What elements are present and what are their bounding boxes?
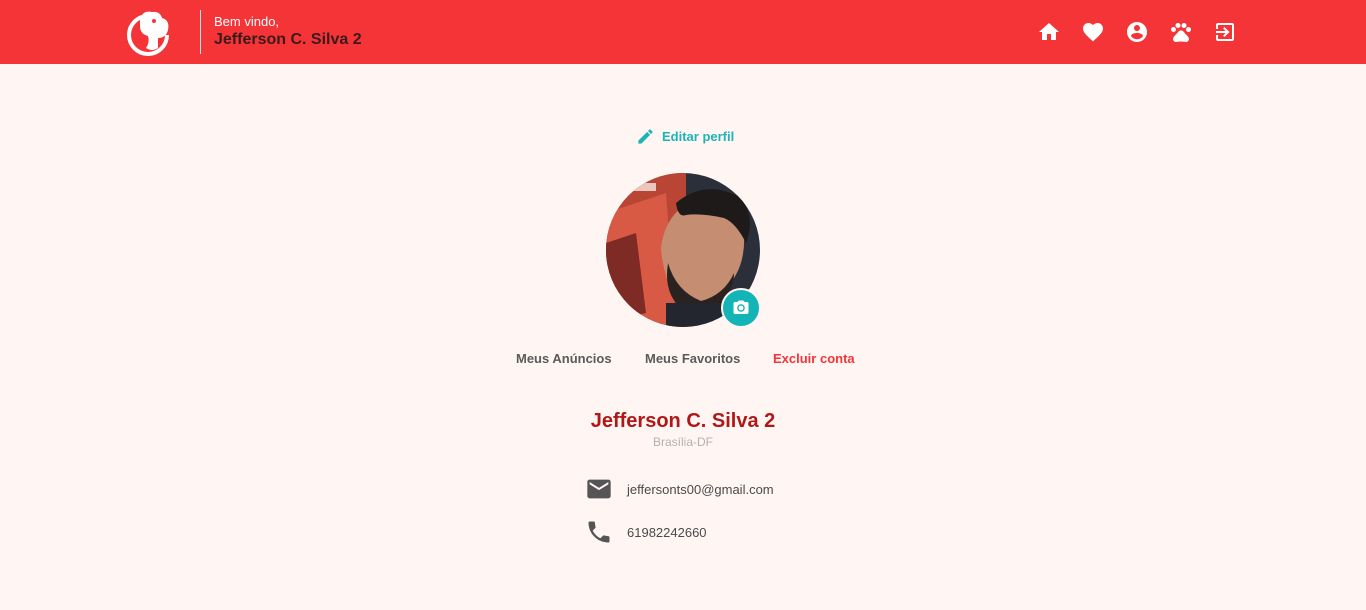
pencil-icon: [638, 128, 653, 144]
edit-profile-link[interactable]: Editar perfil: [636, 126, 734, 146]
email-row: jeffersonts00@gmail.com: [585, 476, 774, 502]
email-value: jeffersonts00@gmail.com: [627, 481, 774, 497]
email-icon: [587, 479, 611, 499]
home-icon[interactable]: [1037, 20, 1061, 44]
phone-value: 61982242660: [627, 524, 707, 540]
profile-name: Jefferson C. Silva 2: [590, 410, 776, 432]
profile-location: Brasília-DF: [652, 435, 713, 449]
tab-meus-anuncios[interactable]: Meus Anúncios: [516, 351, 612, 366]
delete-account-button[interactable]: Excluir conta: [773, 351, 855, 366]
header-divider: [200, 10, 201, 54]
change-photo-button[interactable]: [721, 288, 761, 328]
welcome-text: Bem vindo,: [214, 14, 280, 29]
phone-icon: [588, 521, 610, 543]
edit-profile-label: Editar perfil: [662, 128, 735, 144]
phone-row: 61982242660: [585, 519, 707, 545]
logout-icon[interactable]: [1213, 20, 1237, 44]
header-username: Jefferson C. Silva 2: [214, 31, 362, 48]
camera-icon: [733, 300, 749, 314]
top-header: Bem vindo, Jefferson C. Silva 2: [0, 0, 1366, 64]
heart-icon[interactable]: [1081, 20, 1105, 44]
paw-icon[interactable]: [1169, 20, 1193, 44]
tab-meus-favoritos[interactable]: Meus Favoritos: [645, 351, 740, 366]
app-logo[interactable]: [124, 8, 174, 56]
account-circle-icon[interactable]: [1125, 20, 1149, 44]
